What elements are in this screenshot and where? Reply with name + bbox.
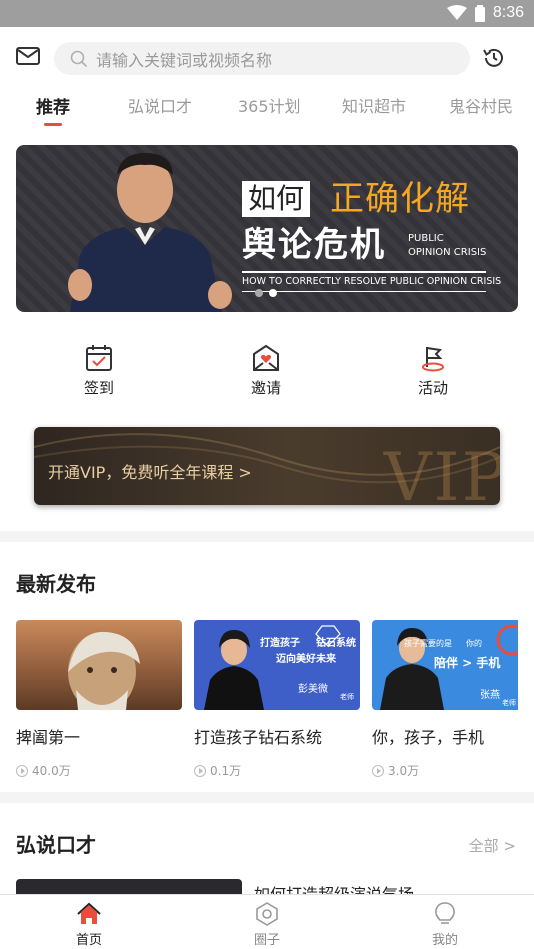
status-time: 8:36 [492, 4, 524, 21]
thumb-teacher-name: 张燕 [480, 690, 500, 701]
status-icons: 8:36 [446, 4, 524, 22]
tab-knowledge-market[interactable]: 知识超市 [342, 93, 406, 117]
thumb-headline-2: 钻石系统 [316, 638, 356, 649]
video-views: 0.1万 [194, 762, 360, 779]
thumb-headline-2: 你的 [466, 639, 482, 648]
category-tabs: 推荐 弘说口才 365计划 知识超市 鬼谷村民 [0, 87, 534, 133]
nav-circle-label: 圈子 [253, 933, 280, 948]
vip-banner[interactable]: VIP 开通VIP，免费听全年课程 > [34, 427, 500, 505]
tab-guigu-villagers[interactable]: 鬼谷村民 [449, 93, 513, 117]
nav-profile-label: 我的 [431, 933, 458, 948]
invite-heart-icon [253, 344, 279, 371]
view-count: 0.1万 [210, 764, 242, 778]
thumb-teacher-role: 老师 [502, 699, 516, 707]
banner-dot[interactable] [255, 289, 263, 297]
banner-headline: 舆论危机 [242, 225, 386, 265]
top-header: 请输入关键词或视频名称 [0, 27, 534, 87]
search-input[interactable]: 请输入关键词或视频名称 [54, 42, 470, 75]
vip-link-text: 开通VIP，免费听全年课程 > [48, 463, 252, 482]
banner-en-line2: OPINION CRISIS [408, 247, 487, 258]
quick-actions: 签到 邀请 活动 [0, 343, 534, 403]
speech-section-title: 弘说口才 [16, 833, 96, 857]
video-title: 捭阖第一 [16, 728, 81, 747]
video-thumbnail: 打造孩子 钻石系统 迈向美好未来 彭美微 老师 [194, 620, 360, 710]
nav-profile[interactable]: 我的 [415, 901, 475, 948]
speech-section: 弘说口才 全部 > 如何打造超级演说气场 [0, 803, 534, 909]
thumb-headline: 孩子需要的是 [404, 639, 452, 648]
tab-hongshuo[interactable]: 弘说口才 [128, 93, 192, 117]
video-thumbnail: 孩子需要的是 你的 陪伴 > 手机 张燕 老师 [372, 620, 518, 710]
activity-label: 活动 [417, 379, 448, 397]
profile-bulb-icon [435, 902, 455, 924]
latest-section-title: 最新发布 [16, 572, 96, 596]
home-top-section: 如何 正确化解 舆论危机 PUBLIC OPINION CRISIS HOW T… [0, 133, 534, 531]
search-placeholder: 请输入关键词或视频名称 [96, 50, 273, 70]
checkin-button[interactable]: 签到 [69, 343, 129, 398]
view-count: 3.0万 [388, 764, 420, 778]
wifi-icon [446, 5, 467, 20]
promo-banner[interactable]: 如何 正确化解 舆论危机 PUBLIC OPINION CRISIS HOW T… [16, 145, 518, 312]
presenter-image [68, 153, 232, 312]
vip-watermark: VIP [383, 439, 500, 505]
play-count-icon [372, 764, 384, 777]
active-tab-indicator [44, 123, 62, 126]
history-icon[interactable] [482, 46, 506, 70]
banner-en-line1: PUBLIC [408, 233, 444, 244]
banner-dot-active[interactable] [269, 289, 277, 297]
bottom-nav: 首页 圈子 我的 [0, 894, 534, 949]
view-count: 40.0万 [32, 764, 71, 778]
video-title: 打造孩子钻石系统 [194, 728, 323, 747]
activity-button[interactable]: 活动 [403, 343, 463, 398]
video-card[interactable]: 孩子需要的是 你的 陪伴 > 手机 张燕 老师 你，孩子，手机 3.0万 [372, 620, 518, 779]
latest-section: 最新发布 捭阖第一 40.0万 打造孩子 钻石系统 迈向美好未来 彭美微 老师 … [0, 542, 534, 792]
calendar-check-icon [86, 345, 112, 371]
video-title: 你，孩子，手机 [372, 728, 485, 747]
play-count-icon [194, 764, 206, 777]
invite-label: 邀请 [250, 379, 281, 397]
banner-subtitle: HOW TO CORRECTLY RESOLVE PUBLIC OPINION … [242, 276, 502, 287]
mail-icon[interactable] [16, 47, 40, 65]
thumb-teacher-role: 老师 [340, 693, 354, 701]
sage-portrait-image [68, 631, 140, 710]
checkin-label: 签到 [83, 379, 114, 397]
nav-home[interactable]: 首页 [59, 901, 119, 948]
video-views: 40.0万 [16, 762, 182, 779]
tab-365-plan[interactable]: 365计划 [238, 93, 301, 117]
nav-circle[interactable]: 圈子 [237, 901, 297, 948]
banner-divider-top [242, 271, 486, 273]
flag-icon [422, 347, 444, 372]
thumb-teacher-name: 彭美微 [298, 684, 328, 695]
invite-button[interactable]: 邀请 [236, 343, 296, 398]
battery-icon [474, 4, 485, 22]
tab-recommend[interactable]: 推荐 [36, 93, 70, 118]
video-card[interactable]: 打造孩子 钻石系统 迈向美好未来 彭美微 老师 打造孩子钻石系统 0.1万 [194, 620, 360, 779]
banner-tag-how: 如何 [242, 181, 311, 217]
thumb-subline: 陪伴 > 手机 [434, 656, 501, 670]
view-all-link[interactable]: 全部 > [469, 835, 516, 856]
banner-divider-bottom [242, 291, 486, 292]
search-icon [70, 50, 88, 67]
play-count-icon [16, 764, 28, 777]
circle-hexagon-icon [256, 902, 278, 926]
video-thumbnail [16, 620, 182, 710]
home-icon [77, 902, 101, 924]
banner-tag-resolve: 正确化解 [330, 179, 470, 219]
video-card[interactable]: 捭阖第一 40.0万 [16, 620, 182, 779]
thumb-subline: 迈向美好未来 [276, 654, 336, 665]
thumb-headline: 打造孩子 [260, 638, 300, 649]
video-views: 3.0万 [372, 762, 518, 779]
status-bar: 8:36 [0, 0, 534, 27]
banner-pagination [255, 289, 277, 297]
nav-home-label: 首页 [75, 933, 102, 948]
